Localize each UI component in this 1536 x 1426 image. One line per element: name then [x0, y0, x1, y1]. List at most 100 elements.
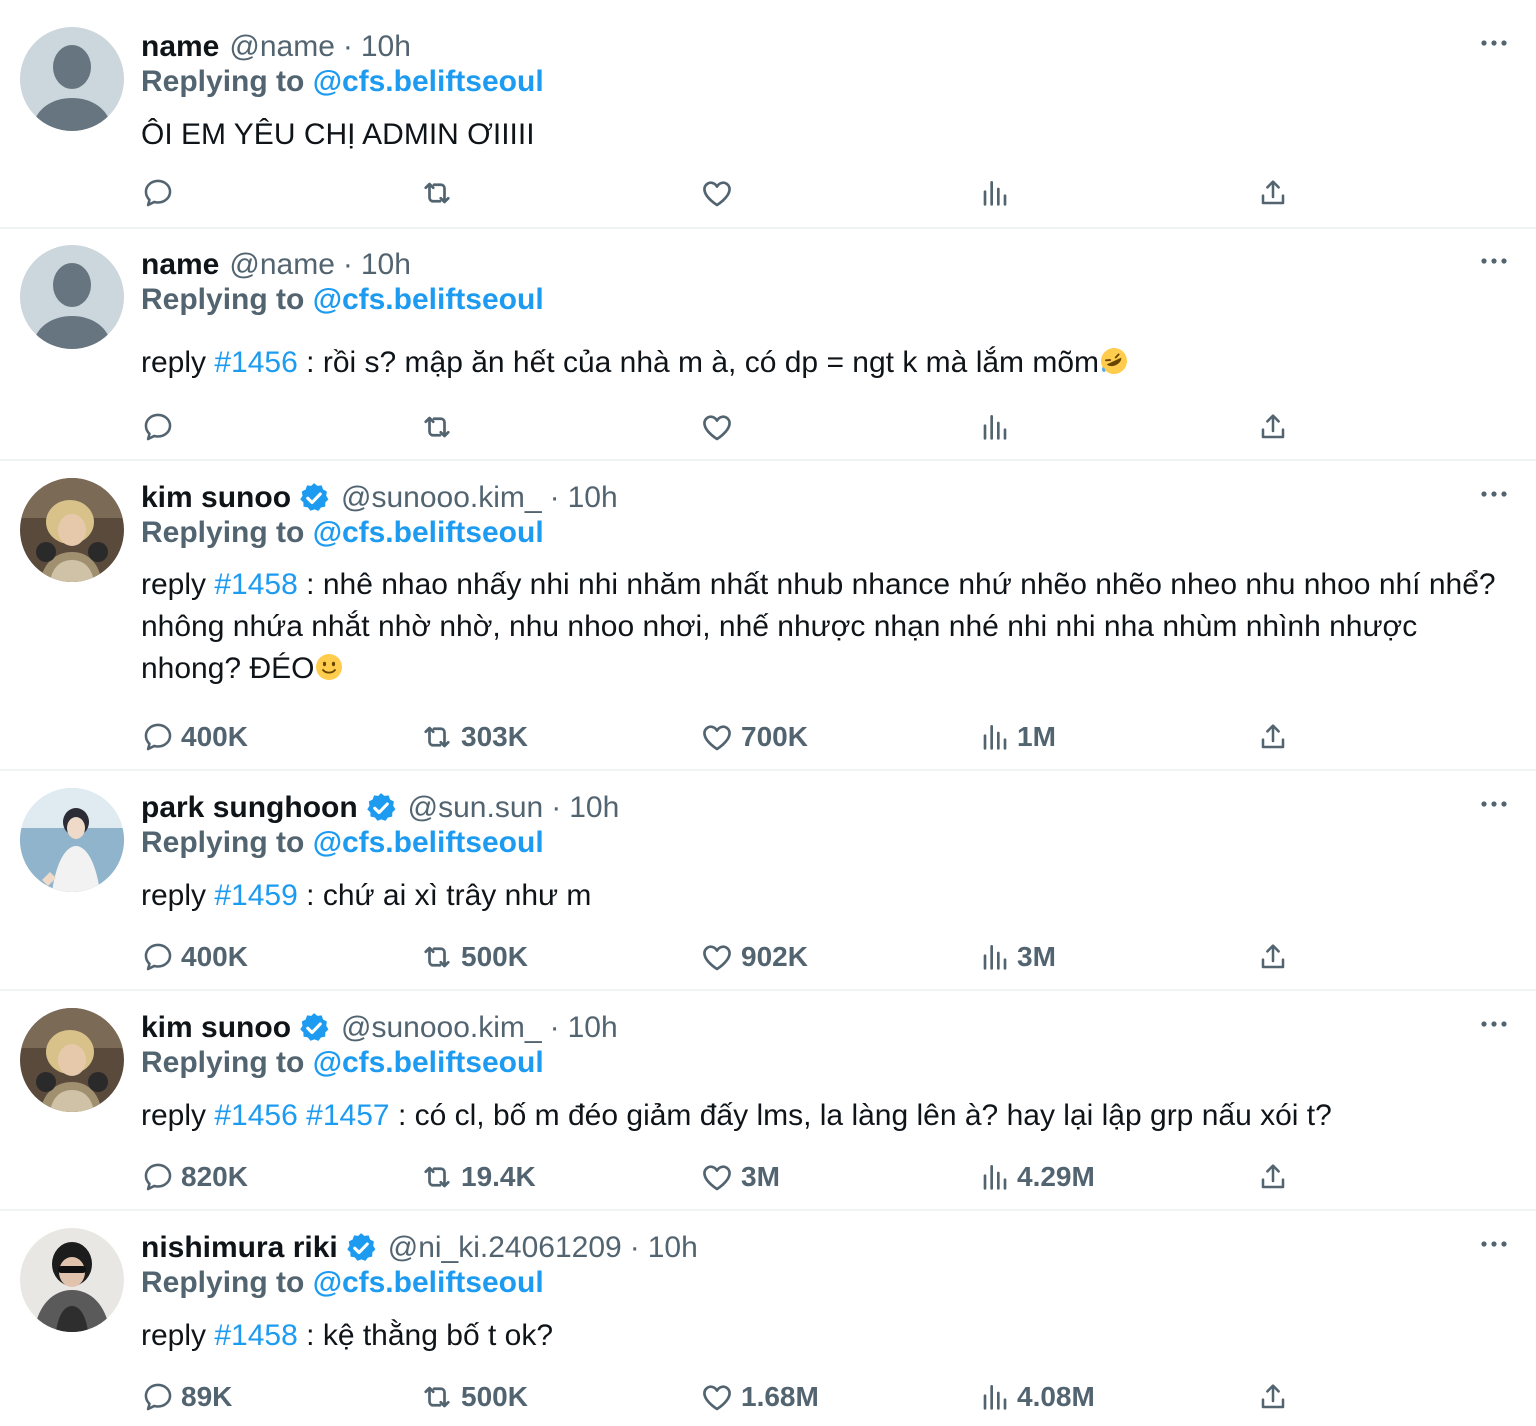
- mention-link[interactable]: @cfs.beliftseoul: [313, 1046, 544, 1079]
- more-icon[interactable]: [1480, 794, 1508, 814]
- reply-button[interactable]: 820K: [141, 1157, 248, 1197]
- mention-link[interactable]: @cfs.beliftseoul: [313, 1266, 544, 1299]
- tweet-text-content: ÔI EM YÊU CHỊ ADMIN ƠIIIII: [141, 118, 535, 151]
- like-count: 3M: [741, 1161, 780, 1192]
- handle[interactable]: @ni_ki.24061209: [388, 1231, 622, 1265]
- mention-link[interactable]: @cfs.beliftseoul: [313, 283, 544, 316]
- replying-to: Replying to @cfs.beliftseoul: [141, 826, 544, 860]
- display-name[interactable]: kim sunoo: [141, 481, 291, 515]
- like-button[interactable]: 902K: [699, 937, 808, 977]
- divider: [0, 989, 1536, 991]
- hashtag-link[interactable]: #1459: [214, 879, 297, 912]
- avatar[interactable]: [20, 245, 124, 349]
- handle[interactable]: @sunooo.kim_: [341, 1011, 542, 1045]
- mention-link[interactable]: @cfs.beliftseoul: [313, 826, 544, 859]
- views-button[interactable]: 3M: [979, 937, 1056, 977]
- replying-label: Replying to: [141, 1266, 305, 1299]
- handle[interactable]: @name: [229, 248, 335, 282]
- views-button[interactable]: 4.08M: [979, 1377, 1095, 1417]
- reply-button[interactable]: 400K: [141, 717, 248, 757]
- avatar[interactable]: [20, 1228, 124, 1332]
- share-icon: [1257, 177, 1289, 209]
- timestamp[interactable]: 10h: [648, 1231, 698, 1265]
- share-button[interactable]: [1257, 173, 1289, 213]
- reply-prefix: reply: [141, 1099, 207, 1132]
- more-icon[interactable]: [1480, 251, 1508, 271]
- share-button[interactable]: [1257, 1157, 1289, 1197]
- tweet-header: kim sunoo @sunooo.kim_ · 10h: [141, 478, 618, 518]
- views-icon: [979, 721, 1011, 753]
- retweet-icon: [419, 1379, 455, 1415]
- timestamp[interactable]: 10h: [361, 30, 411, 64]
- verified-badge-icon: [297, 1011, 331, 1045]
- share-button[interactable]: [1257, 717, 1289, 757]
- reply-button[interactable]: [141, 407, 175, 447]
- timestamp[interactable]: 10h: [569, 791, 619, 825]
- reply-icon: [141, 176, 175, 210]
- retweet-count: 500K: [461, 1381, 528, 1412]
- views-button[interactable]: [979, 173, 1011, 213]
- timestamp[interactable]: 10h: [568, 1011, 618, 1045]
- avatar[interactable]: [20, 478, 124, 582]
- mention-link[interactable]: @cfs.beliftseoul: [313, 516, 544, 549]
- tweet-text-content: : có cl, bố m đéo giảm đấy lms, la làng …: [397, 1099, 1332, 1132]
- retweet-button[interactable]: [419, 407, 455, 447]
- hashtag-link[interactable]: #1458: [214, 568, 297, 601]
- avatar[interactable]: [20, 27, 124, 131]
- views-count: 4.29M: [1017, 1161, 1095, 1192]
- handle[interactable]: @sunooo.kim_: [341, 481, 542, 515]
- hashtag-link[interactable]: #1458: [214, 1319, 297, 1352]
- action-bar: 400K 500K 902K 3M: [141, 937, 1401, 977]
- hashtag-link[interactable]: #1456: [214, 346, 297, 379]
- mention-link[interactable]: @cfs.beliftseoul: [313, 65, 544, 98]
- more-icon[interactable]: [1480, 1234, 1508, 1254]
- retweet-button[interactable]: 500K: [419, 937, 528, 977]
- share-button[interactable]: [1257, 1377, 1289, 1417]
- retweet-button[interactable]: 500K: [419, 1377, 528, 1417]
- display-name[interactable]: park sunghoon: [141, 791, 358, 825]
- display-name[interactable]: kim sunoo: [141, 1011, 291, 1045]
- separator-dot: ·: [342, 30, 353, 63]
- like-button[interactable]: [699, 173, 735, 213]
- views-icon: [979, 1381, 1011, 1413]
- views-button[interactable]: [979, 407, 1011, 447]
- handle[interactable]: @name: [229, 30, 335, 64]
- like-button[interactable]: [699, 407, 735, 447]
- display-name[interactable]: name: [141, 248, 219, 282]
- avatar[interactable]: [20, 788, 124, 892]
- retweet-button[interactable]: 303K: [419, 717, 528, 757]
- reply-button[interactable]: 400K: [141, 937, 248, 977]
- display-name[interactable]: name: [141, 30, 219, 64]
- hashtag-link[interactable]: #1456: [214, 1099, 297, 1132]
- avatar[interactable]: [20, 1008, 124, 1112]
- views-button[interactable]: 1M: [979, 717, 1056, 757]
- replying-to: Replying to @cfs.beliftseoul: [141, 65, 544, 99]
- timestamp[interactable]: 10h: [361, 248, 411, 282]
- more-icon[interactable]: [1480, 33, 1508, 53]
- action-bar: 820K 19.4K 3M 4.29M: [141, 1157, 1401, 1197]
- divider: [0, 459, 1536, 461]
- hashtag-link[interactable]: #1457: [306, 1099, 389, 1132]
- retweet-button[interactable]: 19.4K: [419, 1157, 536, 1197]
- handle[interactable]: @sun.sun: [408, 791, 544, 825]
- share-button[interactable]: [1257, 407, 1289, 447]
- tweet-header: name @name · 10h: [141, 245, 411, 285]
- reply-button[interactable]: [141, 173, 175, 213]
- divider: [0, 769, 1536, 771]
- more-icon[interactable]: [1480, 484, 1508, 504]
- retweet-icon: [419, 1159, 455, 1195]
- like-button[interactable]: 1.68M: [699, 1377, 819, 1417]
- like-button[interactable]: 3M: [699, 1157, 780, 1197]
- share-button[interactable]: [1257, 937, 1289, 977]
- retweet-button[interactable]: [419, 173, 455, 213]
- views-button[interactable]: 4.29M: [979, 1157, 1095, 1197]
- timestamp[interactable]: 10h: [568, 481, 618, 515]
- retweet-icon: [419, 719, 455, 755]
- like-button[interactable]: 700K: [699, 717, 808, 757]
- display-name[interactable]: nishimura riki: [141, 1231, 338, 1265]
- reply-prefix: reply: [141, 568, 207, 601]
- action-bar: [141, 407, 1401, 447]
- reply-button[interactable]: 89K: [141, 1377, 232, 1417]
- replying-label: Replying to: [141, 516, 305, 549]
- more-icon[interactable]: [1480, 1014, 1508, 1034]
